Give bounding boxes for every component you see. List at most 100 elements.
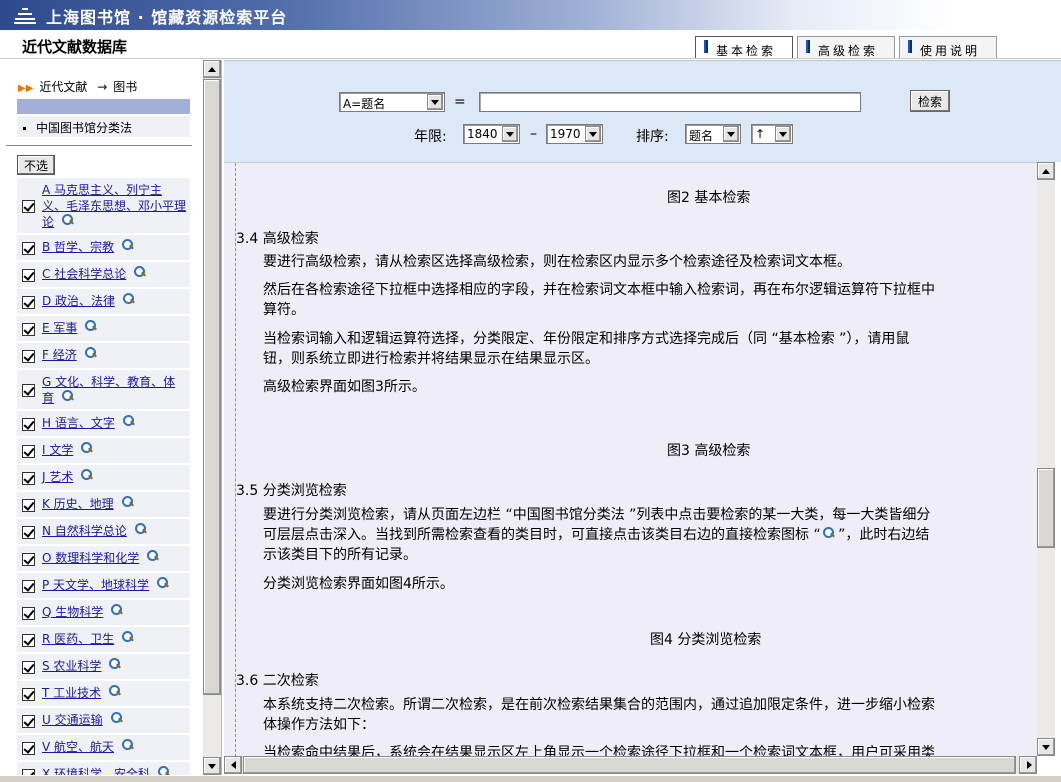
category-checkbox[interactable] bbox=[22, 687, 35, 701]
category-link[interactable]: K 历史、地理 bbox=[42, 497, 114, 511]
search-icon[interactable] bbox=[109, 658, 121, 669]
search-icon[interactable] bbox=[81, 442, 93, 453]
sidebar-scrollbar[interactable] bbox=[203, 60, 221, 775]
classification-title[interactable]: 中国图书馆分类法 bbox=[17, 116, 190, 137]
category-checkbox[interactable] bbox=[22, 714, 35, 728]
category-link[interactable]: R 医药、卫生 bbox=[42, 632, 114, 646]
year-from-select[interactable]: 1840 bbox=[463, 124, 520, 144]
category-link[interactable]: V 航空、航天 bbox=[42, 740, 114, 754]
search-icon[interactable] bbox=[122, 239, 134, 250]
search-icon[interactable] bbox=[110, 712, 122, 723]
tab-advanced-search[interactable]: 高级检索 bbox=[797, 36, 895, 58]
search-icon[interactable] bbox=[81, 469, 93, 480]
year-to-select[interactable]: 1970 bbox=[546, 124, 603, 144]
category-checkbox[interactable] bbox=[22, 295, 35, 309]
search-icon[interactable] bbox=[62, 214, 74, 225]
category-checkbox[interactable] bbox=[22, 383, 35, 397]
search-icon[interactable] bbox=[85, 320, 97, 331]
category-checkbox[interactable] bbox=[22, 268, 35, 282]
search-icon[interactable] bbox=[62, 390, 74, 401]
search-icon[interactable] bbox=[121, 496, 133, 507]
category-checkbox[interactable] bbox=[22, 741, 35, 755]
sort-field-value: 题名 bbox=[689, 129, 714, 143]
category-checkbox[interactable] bbox=[22, 498, 35, 512]
scroll-down-button[interactable] bbox=[203, 757, 221, 775]
category-link[interactable]: Q 生物科学 bbox=[42, 605, 103, 619]
mode-tabs: 基本检索 高级检索 使用说明 bbox=[695, 36, 997, 58]
category-link[interactable]: S 农业科学 bbox=[42, 659, 101, 673]
scroll-up-button[interactable] bbox=[1037, 162, 1055, 180]
year-range-label: 年限: bbox=[414, 129, 447, 145]
category-link[interactable]: H 语言、文字 bbox=[42, 416, 115, 430]
category-checkbox[interactable] bbox=[22, 199, 35, 213]
breadcrumb-root[interactable]: 近代文献 bbox=[39, 80, 87, 94]
search-button[interactable]: 检索 bbox=[910, 90, 950, 112]
category-item: C 社会科学总论 bbox=[17, 262, 190, 287]
unselect-all-button[interactable]: 不选 bbox=[17, 155, 55, 175]
search-icon[interactable] bbox=[122, 415, 134, 426]
paragraph: 可层层点击深入。当找到所需检索查看的类目时，可直接点击该类目右边的直接检索图标 … bbox=[263, 525, 929, 545]
category-checkbox[interactable] bbox=[22, 349, 35, 363]
category-link[interactable]: J 艺术 bbox=[42, 470, 73, 484]
status-bar bbox=[0, 775, 1061, 782]
sort-field-select[interactable]: 题名 bbox=[685, 124, 741, 144]
scroll-left-button[interactable] bbox=[224, 756, 242, 774]
category-link[interactable]: I 文学 bbox=[42, 443, 73, 457]
scroll-right-button[interactable] bbox=[1019, 756, 1037, 774]
scroll-thumb[interactable] bbox=[1037, 468, 1055, 548]
category-link[interactable]: N 自然科学总论 bbox=[42, 524, 127, 538]
search-field-select[interactable]: A=题名 bbox=[339, 92, 445, 112]
category-link[interactable]: E 军事 bbox=[42, 321, 77, 335]
search-icon[interactable] bbox=[157, 577, 169, 588]
category-item: H 语言、文字 bbox=[17, 411, 190, 436]
tab-basic-search[interactable]: 基本检索 bbox=[695, 36, 793, 58]
search-icon[interactable] bbox=[134, 266, 146, 277]
category-checkbox[interactable] bbox=[22, 552, 35, 566]
bookmark-icon bbox=[908, 40, 912, 53]
paragraph: 算符。 bbox=[263, 302, 305, 318]
category-link[interactable]: O 数理科学和化学 bbox=[42, 551, 139, 565]
category-link[interactable]: F 经济 bbox=[42, 348, 77, 362]
breadcrumb-arrow: → bbox=[97, 80, 108, 94]
tab-label: 使用说明 bbox=[920, 44, 981, 58]
category-checkbox[interactable] bbox=[22, 417, 35, 431]
category-link[interactable]: B 哲学、宗教 bbox=[42, 240, 114, 254]
category-checkbox[interactable] bbox=[22, 525, 35, 539]
category-checkbox[interactable] bbox=[22, 471, 35, 485]
category-link[interactable]: C 社会科学总论 bbox=[42, 267, 126, 281]
category-checkbox[interactable] bbox=[22, 633, 35, 647]
search-icon[interactable] bbox=[158, 766, 170, 775]
tab-usage-guide[interactable]: 使用说明 bbox=[899, 36, 997, 58]
category-link[interactable]: D 政治、法律 bbox=[42, 294, 115, 308]
category-link[interactable]: T 工业技术 bbox=[42, 686, 101, 700]
search-icon[interactable] bbox=[122, 739, 134, 750]
search-icon[interactable] bbox=[134, 523, 146, 534]
category-link[interactable]: U 交通运输 bbox=[42, 713, 103, 727]
scroll-thumb[interactable] bbox=[203, 79, 221, 695]
search-icon[interactable] bbox=[109, 685, 121, 696]
search-icon[interactable] bbox=[111, 604, 123, 615]
scroll-up-button[interactable] bbox=[203, 60, 221, 78]
breadcrumb-current: 图书 bbox=[113, 80, 138, 94]
category-checkbox[interactable] bbox=[22, 322, 35, 336]
database-title: 近代文献数据库 bbox=[22, 38, 128, 56]
search-icon[interactable] bbox=[123, 293, 135, 304]
sort-order-select[interactable]: ↑ bbox=[751, 124, 793, 144]
category-checkbox[interactable] bbox=[22, 606, 35, 620]
content-vertical-scrollbar[interactable] bbox=[1037, 162, 1055, 756]
category-checkbox[interactable] bbox=[22, 579, 35, 593]
content-horizontal-scrollbar[interactable] bbox=[224, 756, 1037, 774]
search-icon[interactable] bbox=[147, 550, 159, 561]
scroll-thumb[interactable] bbox=[243, 756, 1016, 774]
scroll-down-button[interactable] bbox=[1037, 738, 1055, 756]
search-input[interactable] bbox=[479, 92, 861, 112]
category-link[interactable]: X 环境科学、安全科 bbox=[42, 767, 150, 775]
search-icon[interactable] bbox=[84, 347, 96, 358]
category-item: S 农业科学 bbox=[17, 654, 190, 679]
category-checkbox[interactable] bbox=[22, 241, 35, 255]
paragraph: 分类浏览检索界面如图4所示。 bbox=[263, 576, 454, 592]
search-icon[interactable] bbox=[122, 631, 134, 642]
category-checkbox[interactable] bbox=[22, 660, 35, 674]
category-checkbox[interactable] bbox=[22, 444, 35, 458]
category-link[interactable]: P 天文学、地球科学 bbox=[42, 578, 149, 592]
